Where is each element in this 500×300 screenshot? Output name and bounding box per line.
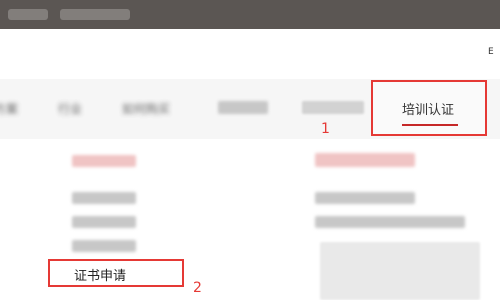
dropdown-item[interactable]	[315, 192, 415, 204]
dropdown-item[interactable]	[72, 216, 136, 228]
nav-item-industry[interactable]: 行业	[58, 100, 92, 116]
blurred-nav-item[interactable]	[302, 101, 364, 114]
certificate-application-item[interactable]: 证书申请	[48, 259, 184, 287]
certificate-application-label: 证书申请	[74, 269, 127, 284]
step-2-callout: 2	[193, 280, 202, 296]
blurred-topbar-text	[60, 9, 130, 20]
nav-active-label: 培训认证	[402, 103, 455, 118]
active-underline	[402, 124, 458, 126]
dropdown-item[interactable]	[72, 192, 136, 204]
nav-item-solutions[interactable]: 方案	[0, 100, 24, 116]
dropdown-image	[320, 242, 480, 300]
blurred-topbar-text	[8, 9, 48, 20]
nav-item-training-certification[interactable]: 培训认证	[371, 80, 487, 136]
dropdown-heading-right	[315, 153, 415, 167]
dropdown-item[interactable]	[72, 240, 136, 252]
blurred-nav-item[interactable]	[218, 101, 268, 114]
language-switch[interactable]: E	[488, 47, 500, 57]
site-header: E	[0, 29, 500, 79]
dropdown-heading-left	[72, 155, 136, 167]
top-bar	[0, 0, 500, 29]
dropdown-item[interactable]	[315, 216, 465, 228]
step-1-callout: 1	[321, 121, 330, 137]
nav-item-how-to-buy[interactable]: 如何购买	[122, 100, 182, 116]
